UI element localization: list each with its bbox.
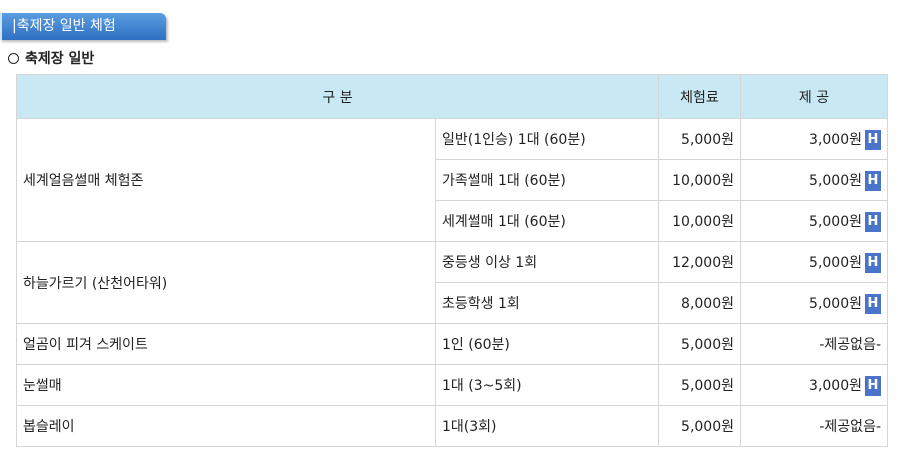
activity-fee: 5,000원 xyxy=(658,364,741,406)
activity-name: 세계얼음썰매 체험존 xyxy=(16,118,436,242)
activity-name: 하늘가르기 (산천어타워) xyxy=(16,241,436,324)
header-category: 구 분 xyxy=(16,74,659,119)
h-badge-icon: H xyxy=(865,252,881,273)
activity-detail: 가족썰매 1대 (60분) xyxy=(435,159,659,201)
activity-fee: 10,000원 xyxy=(658,159,741,201)
table-row: 눈썰매 1대 (3~5회) 5,000원 3,000원 H xyxy=(16,364,888,406)
activity-detail: 중등생 이상 1회 xyxy=(435,241,659,283)
activity-offer: -제공없음- xyxy=(740,405,888,447)
h-badge-icon: H xyxy=(865,211,881,232)
table-header-row: 구 분 체험료 제 공 xyxy=(16,74,888,119)
activity-detail: 초등학생 1회 xyxy=(435,282,659,324)
activity-offer: 5,000원 H xyxy=(740,159,888,201)
offer-amount: -제공없음- xyxy=(819,419,881,435)
activity-fee: 12,000원 xyxy=(658,241,741,283)
table-body: 세계얼음썰매 체험존 일반(1인승) 1대 (60분) 5,000원 3,000원 H 가… xyxy=(16,118,888,447)
activity-fee: 8,000원 xyxy=(658,282,741,324)
header-fee: 체험료 xyxy=(658,74,741,119)
header-offer: 제 공 xyxy=(740,74,888,119)
table-row: 봅슬레이 1대(3회) 5,000원 -제공없음- xyxy=(16,405,888,447)
activity-name: 봅슬레이 xyxy=(16,405,436,447)
activity-fee: 10,000원 xyxy=(658,200,741,242)
section-title-tab: |축제장 일반 체험 xyxy=(0,13,166,40)
experience-fee-table: 구 분 체험료 제 공 세계얼음썰매 체험존 일반(1인승) 1대 (60분) 5,… xyxy=(16,74,888,447)
offer-amount: 3,000원 xyxy=(809,131,862,148)
h-badge-icon: H xyxy=(865,170,881,191)
table-row: 얼곰이 피겨 스케이트 1인 (60분) 5,000원 -제공없음- xyxy=(16,323,888,365)
circle-bullet-icon xyxy=(8,52,19,64)
offer-amount: -제공없음- xyxy=(819,337,881,353)
subheading: 축제장 일반 xyxy=(8,48,94,68)
activity-offer: 5,000원 H xyxy=(740,282,888,324)
offer-amount: 5,000원 xyxy=(809,172,862,189)
h-badge-icon: H xyxy=(865,129,881,150)
activity-detail: 일반(1인승) 1대 (60분) xyxy=(435,118,659,160)
activity-offer: 5,000원 H xyxy=(740,241,888,283)
offer-amount: 5,000원 xyxy=(809,213,862,230)
activity-detail: 1대 (3~5회) xyxy=(435,364,659,406)
activity-detail: 1대(3회) xyxy=(435,405,659,447)
offer-amount: 5,000원 xyxy=(809,295,862,312)
activity-offer: -제공없음- xyxy=(740,323,888,365)
offer-amount: 5,000원 xyxy=(809,254,862,271)
activity-name: 얼곰이 피겨 스케이트 xyxy=(16,323,436,365)
table-row: 하늘가르기 (산천어타워) 중등생 이상 1회 12,000원 5,000원 H xyxy=(16,241,888,324)
table-row: 세계얼음썰매 체험존 일반(1인승) 1대 (60분) 5,000원 3,000원 H xyxy=(16,118,888,242)
activity-offer: 3,000원 H xyxy=(740,364,888,406)
activity-fee: 5,000원 xyxy=(658,323,741,365)
h-badge-icon: H xyxy=(865,293,881,314)
activity-detail: 1인 (60분) xyxy=(435,323,659,365)
h-badge-icon: H xyxy=(865,375,881,396)
subheading-text: 축제장 일반 xyxy=(25,51,95,67)
activity-offer: 3,000원 H xyxy=(740,118,888,160)
offer-amount: 3,000원 xyxy=(809,377,862,394)
activity-fee: 5,000원 xyxy=(658,118,741,160)
activity-name: 눈썰매 xyxy=(16,364,436,406)
activity-offer: 5,000원 H xyxy=(740,200,888,242)
activity-fee: 5,000원 xyxy=(658,405,741,447)
activity-detail: 세계썰매 1대 (60분) xyxy=(435,200,659,242)
